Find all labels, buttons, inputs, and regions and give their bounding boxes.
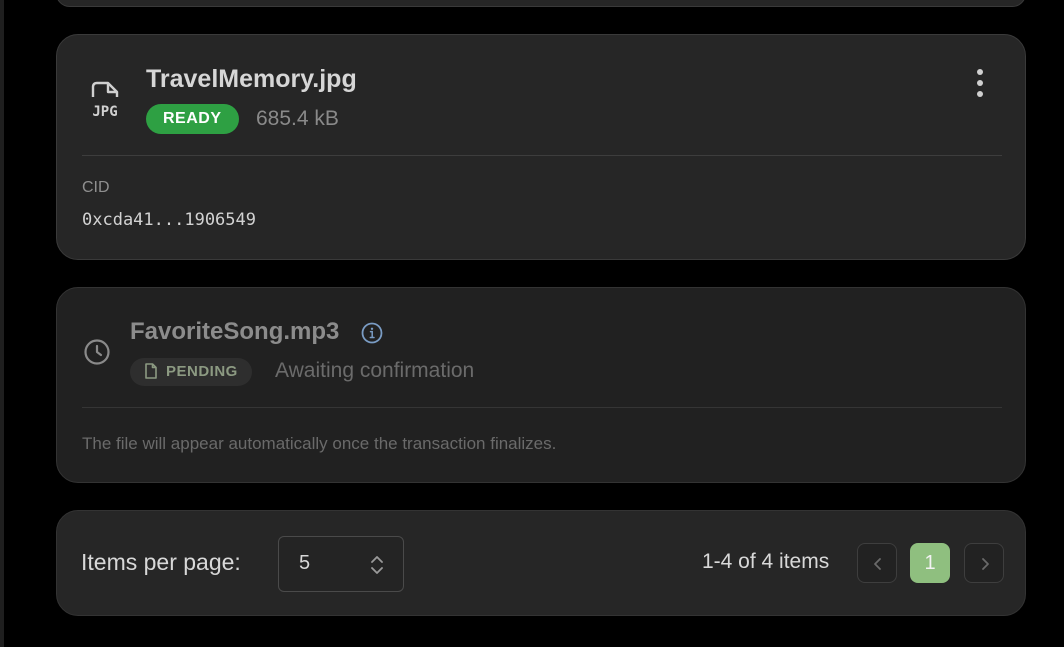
pending-note: The file will appear automatically once … [82, 434, 557, 453]
items-per-page-value: 5 [299, 552, 311, 574]
chevron-up-down-icon [371, 556, 383, 574]
jpg-file-icon: JPG [91, 81, 119, 120]
file-name: FavoriteSong.mp3 [130, 318, 340, 345]
more-options-icon[interactable] [967, 67, 993, 101]
pagination-range: 1-4 of 4 items [702, 550, 830, 573]
cid-label: CID [82, 179, 110, 196]
status-badge-pending: PENDING [130, 358, 252, 386]
file-size: 685.4 kB [256, 107, 339, 130]
cid-value: 0xcda41...1906549 [82, 210, 256, 230]
pending-status-text: Awaiting confirmation [275, 359, 475, 382]
pagination-bar: Items per page: 5 1-4 of 4 items 1 [56, 510, 1026, 616]
document-icon [145, 363, 157, 379]
items-per-page-select[interactable]: 5 [278, 536, 404, 592]
status-badge-ready: READY [146, 104, 239, 134]
next-page-button[interactable] [964, 543, 1004, 583]
card-divider [82, 407, 1002, 408]
left-edge-divider [0, 0, 4, 647]
info-icon[interactable] [361, 322, 383, 344]
svg-text:JPG: JPG [92, 104, 117, 120]
items-per-page-label: Items per page: [81, 549, 241, 575]
clock-icon [84, 339, 110, 365]
file-card-pending: FavoriteSong.mp3 PENDING Awaiting confir… [56, 287, 1026, 483]
previous-page-button[interactable] [857, 543, 897, 583]
chevron-right-icon [982, 558, 989, 570]
file-card-previous [56, 0, 1026, 7]
card-divider [82, 155, 1002, 156]
file-card-ready: JPG TravelMemory.jpg READY 685.4 kB CID … [56, 34, 1026, 260]
file-name: TravelMemory.jpg [146, 65, 357, 93]
chevron-left-icon [874, 558, 881, 570]
page-button-current[interactable]: 1 [910, 543, 950, 583]
status-badge-label: PENDING [166, 363, 238, 380]
